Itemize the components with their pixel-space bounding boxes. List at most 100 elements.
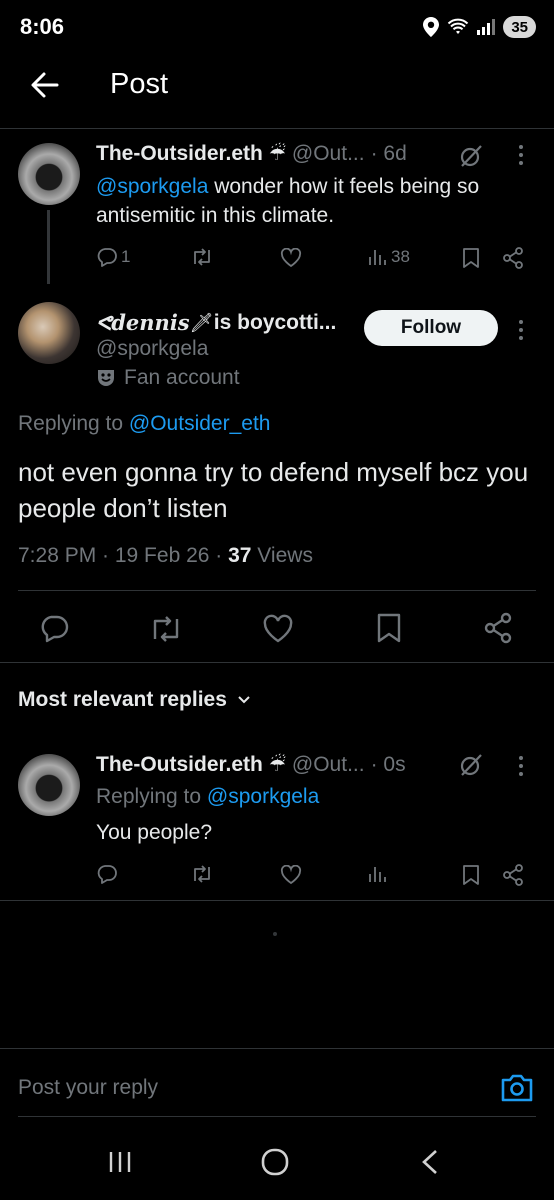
reply-button[interactable]: 1 [96, 246, 130, 268]
reply-icon [41, 615, 69, 643]
reply-icon [97, 248, 117, 267]
compose-underline [18, 1116, 536, 1117]
bookmark-button[interactable] [462, 864, 480, 891]
post-meta: 7:28 PM · 19 Feb 26 · 37 Views [18, 544, 313, 568]
bookmark-icon [463, 865, 479, 885]
views-button[interactable]: 38 [368, 247, 410, 267]
location-icon [423, 17, 440, 37]
back-arrow-icon[interactable] [30, 70, 60, 100]
repost-icon [194, 865, 210, 883]
reply-count: 1 [121, 247, 131, 266]
meta-divider [18, 590, 536, 591]
reply-button[interactable] [38, 612, 70, 649]
reply-icon [97, 865, 117, 884]
like-button[interactable] [280, 864, 302, 890]
battery-indicator: 35 [503, 16, 536, 38]
repost-button[interactable] [190, 864, 214, 889]
recent-apps-icon[interactable] [108, 1150, 132, 1179]
reply-text: You people? [96, 821, 213, 844]
main-post-text: not even gonna try to defend myself bcz … [18, 457, 529, 523]
post-timestamp: 7:28 PM · 19 Feb 26 · [18, 544, 229, 567]
more-icon[interactable] [518, 756, 524, 776]
author-handle[interactable]: @sporkgela [96, 337, 208, 361]
share-button[interactable] [502, 247, 524, 269]
mention-link[interactable]: @sporkgela [96, 175, 208, 198]
umbrella-emoji: ☔ [268, 143, 286, 165]
account-label-text: Fan account [124, 366, 240, 389]
account-label: Fan account [96, 366, 240, 390]
repost-icon [194, 248, 210, 266]
like-button[interactable] [262, 614, 294, 649]
bookmark-icon [463, 248, 479, 268]
dagger-emoji: 🗡 [189, 312, 214, 334]
back-nav-icon[interactable] [420, 1148, 440, 1181]
author-name[interactable]: The-Outsider.eth [96, 753, 263, 777]
repost-icon [153, 616, 179, 642]
post-text: @sporkgela wonder how it feels being so … [96, 172, 536, 230]
share-button[interactable] [502, 864, 524, 891]
more-icon[interactable] [518, 145, 524, 165]
replies-sort-label: Most relevant replies [18, 688, 227, 711]
follow-button[interactable]: Follow [364, 310, 498, 346]
more-icon[interactable] [518, 320, 524, 340]
views-count: 38 [391, 247, 410, 266]
bookmark-button[interactable] [462, 247, 480, 269]
loading-dot [273, 932, 277, 936]
author-name-prefix[interactable]: ᕙdennis [96, 310, 190, 335]
repost-button[interactable] [148, 614, 184, 649]
theater-mask-icon [96, 368, 116, 388]
page-title: Post [110, 68, 169, 100]
post-time: · 6d [370, 142, 407, 165]
grok-icon[interactable] [458, 143, 484, 169]
avatar[interactable] [18, 754, 80, 816]
like-icon [280, 864, 302, 885]
share-icon [484, 612, 512, 644]
share-button[interactable] [482, 612, 514, 649]
share-icon [503, 247, 523, 269]
umbrella-emoji: ☔ [268, 754, 286, 776]
avatar[interactable] [18, 143, 80, 205]
post-author-row: The-Outsider.eth ☔ @Out... · 6d [96, 142, 407, 166]
like-icon [280, 248, 302, 268]
replying-handle[interactable]: @Outsider_eth [129, 412, 271, 435]
repost-button[interactable] [190, 247, 214, 267]
author-handle[interactable]: @Out... [292, 753, 365, 777]
replying-to: Replying to @Outsider_eth [18, 412, 270, 436]
author-handle[interactable]: @Out... [292, 142, 365, 166]
share-icon [503, 864, 523, 886]
replying-to: Replying to @sporkgela [96, 785, 319, 809]
thread-line [47, 210, 50, 284]
avatar[interactable] [18, 302, 80, 364]
reply-author-row: The-Outsider.eth ☔ @Out... · 0s [96, 753, 406, 777]
replying-prefix: Replying to [18, 412, 129, 435]
section-divider [0, 662, 554, 663]
views-button[interactable] [368, 864, 388, 889]
replies-sort-selector[interactable]: Most relevant replies [18, 688, 251, 712]
reply-input[interactable]: Post your reply [18, 1076, 158, 1100]
bookmark-button[interactable] [376, 612, 402, 649]
compose-divider [0, 1048, 554, 1049]
bookmark-icon [377, 613, 401, 643]
wifi-icon [447, 18, 469, 36]
like-button[interactable] [280, 248, 302, 268]
reply-time: · 0s [370, 753, 406, 776]
replying-handle[interactable]: @sporkgela [207, 785, 319, 808]
grok-icon[interactable] [458, 752, 484, 778]
author-name-suffix[interactable]: is boycotti... [214, 311, 337, 335]
status-icons: 35 [423, 14, 536, 40]
reply-divider [0, 900, 554, 901]
view-count: 37 [228, 544, 252, 567]
header-divider [0, 128, 554, 129]
views-icon [369, 867, 386, 882]
status-time: 8:06 [20, 14, 65, 39]
main-author-row: ᕙdennis 🗡 is boycotti... [96, 310, 336, 335]
replying-prefix: Replying to [96, 785, 207, 808]
reply-button[interactable] [96, 863, 118, 890]
views-label: Views [251, 544, 313, 567]
chevron-down-icon [238, 696, 250, 704]
home-icon[interactable] [261, 1148, 289, 1181]
author-name[interactable]: The-Outsider.eth [96, 142, 263, 166]
like-icon [263, 614, 293, 643]
camera-icon[interactable] [500, 1072, 534, 1109]
views-icon [369, 250, 386, 265]
